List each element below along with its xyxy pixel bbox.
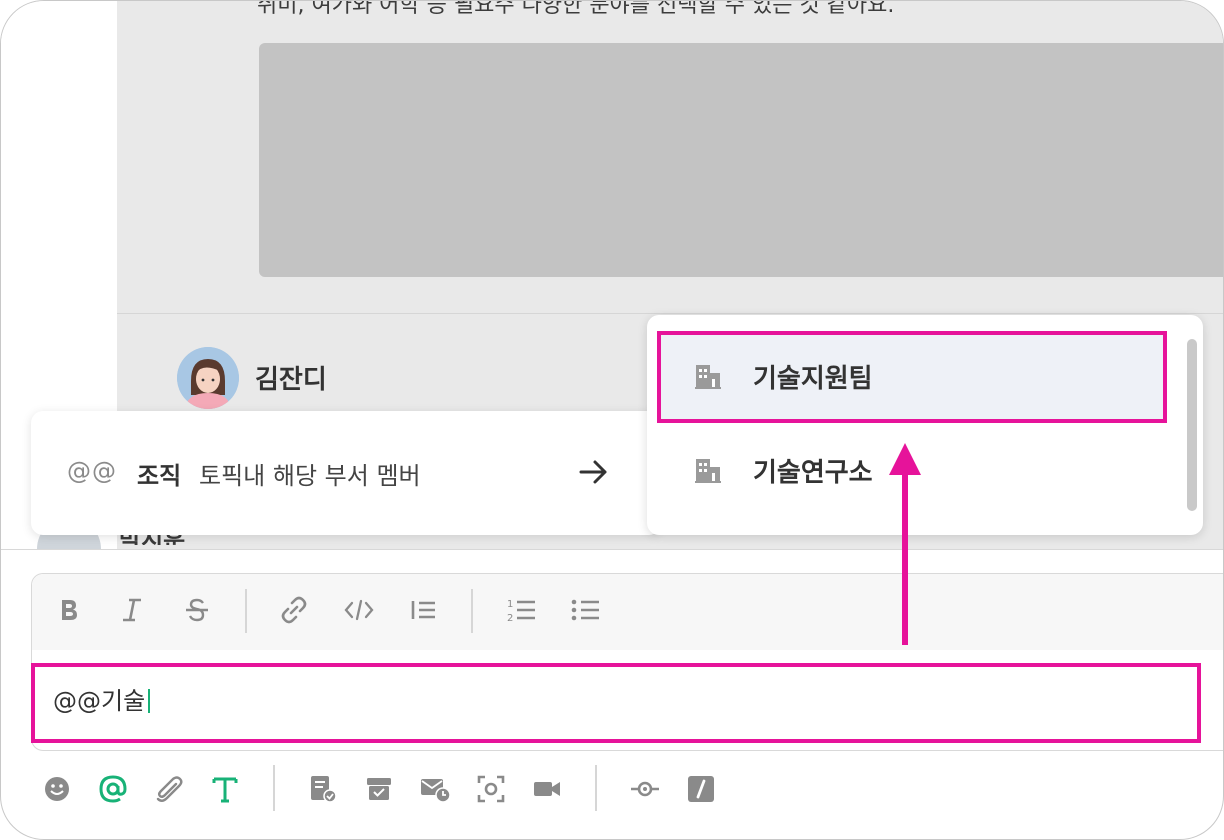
mention-type-menu[interactable]: @@ 조직 토픽내 해당 부서 멤버 [31, 411, 661, 535]
message-text: 취미, 여가와 어학 등 필요주 다양한 분야를 선택할 수 있는 것 같아요. [257, 0, 895, 18]
submenu-scrollbar[interactable] [1187, 339, 1197, 511]
app-window: 취미, 여가와 어학 등 필요주 다양한 분야를 선택할 수 있는 것 같아요.… [0, 0, 1224, 840]
video-call-icon[interactable] [531, 773, 563, 805]
scheduled-mail-icon[interactable] [419, 773, 451, 805]
annotation-arrow-up-icon [889, 443, 921, 645]
strikethrough-icon[interactable] [180, 593, 214, 627]
avatar[interactable] [177, 347, 239, 409]
archive-icon[interactable] [363, 773, 395, 805]
message-divider [117, 313, 1223, 314]
svg-text:1: 1 [507, 599, 513, 610]
attach-icon[interactable] [153, 773, 185, 805]
ordered-list-icon[interactable]: 12 [504, 593, 538, 627]
mention-prefix: @@ [67, 457, 117, 485]
arrow-right-icon [579, 460, 607, 484]
mention-icon[interactable] [97, 773, 129, 805]
commit-icon[interactable] [629, 773, 661, 805]
text-format-icon[interactable] [209, 773, 241, 805]
toolbar-separator [595, 765, 597, 811]
editor-divider [1, 549, 1223, 550]
emoji-icon[interactable] [41, 773, 73, 805]
bullet-list-icon[interactable] [568, 593, 602, 627]
blockquote-icon[interactable] [406, 593, 440, 627]
bold-icon[interactable] [52, 593, 86, 627]
sender-name: 김잔디 [255, 365, 327, 395]
todo-icon[interactable] [307, 773, 339, 805]
italic-icon[interactable] [115, 593, 149, 627]
mention-type-description: 토픽내 해당 부서 멤버 [199, 462, 421, 490]
toolbar-separator [245, 589, 247, 633]
svg-text:2: 2 [507, 613, 513, 624]
screenshot-icon[interactable] [475, 773, 507, 805]
toolbar-separator [273, 765, 275, 811]
code-icon[interactable] [342, 593, 376, 627]
annotation-highlight-input [31, 663, 1201, 743]
mention-type-label: 조직 [137, 462, 182, 490]
toolbar-separator [471, 589, 473, 633]
annotation-highlight-item [657, 331, 1167, 423]
slash-command-icon[interactable] [685, 773, 717, 805]
building-icon [695, 459, 721, 483]
submenu-item-label: 기술연구소 [753, 458, 873, 488]
image-attachment-placeholder[interactable] [259, 43, 1223, 277]
link-icon[interactable] [277, 593, 311, 627]
